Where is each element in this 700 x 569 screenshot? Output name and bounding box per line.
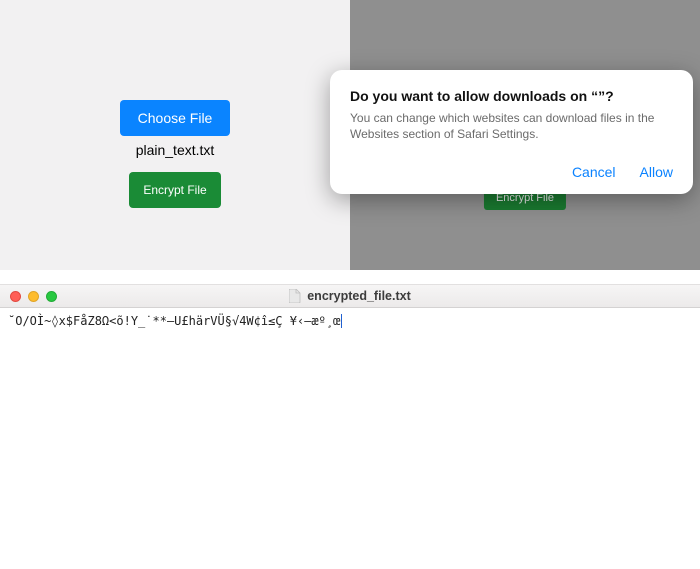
download-permission-dialog: Do you want to allow downloads on “”? Yo… bbox=[330, 70, 693, 194]
gap bbox=[0, 270, 700, 284]
selected-filename: plain_text.txt bbox=[136, 142, 215, 158]
dialog-actions: Cancel Allow bbox=[350, 158, 673, 184]
file-content-text: ˘O/OÌ~◊x$FåZ8Ω<õ!Y_˙**—U£härVÜ§√4W¢î≤Ç ¥… bbox=[8, 314, 340, 328]
window-titlebar[interactable]: encrypted_file.txt bbox=[0, 284, 700, 308]
file-content-area[interactable]: ˘O/OÌ~◊x$FåZ8Ω<õ!Y_˙**—U£härVÜ§√4W¢î≤Ç ¥… bbox=[0, 308, 700, 334]
dialog-body: You can change which websites can downlo… bbox=[350, 110, 673, 142]
traffic-lights bbox=[10, 291, 57, 302]
top-panels: Choose File plain_text.txt Encrypt File … bbox=[0, 0, 700, 270]
document-icon bbox=[289, 289, 301, 303]
left-panel: Choose File plain_text.txt Encrypt File bbox=[0, 0, 350, 270]
window-title: encrypted_file.txt bbox=[307, 289, 411, 303]
encrypt-file-button[interactable]: Encrypt File bbox=[129, 172, 220, 208]
zoom-icon[interactable] bbox=[46, 291, 57, 302]
minimize-icon[interactable] bbox=[28, 291, 39, 302]
choose-file-button[interactable]: Choose File bbox=[120, 100, 231, 136]
left-controls: Choose File plain_text.txt Encrypt File bbox=[0, 0, 350, 208]
right-panel: Encrypt File Do you want to allow downlo… bbox=[350, 0, 700, 270]
allow-button[interactable]: Allow bbox=[640, 160, 673, 184]
close-icon[interactable] bbox=[10, 291, 21, 302]
text-caret bbox=[341, 314, 342, 328]
cancel-button[interactable]: Cancel bbox=[572, 160, 616, 184]
text-editor-window: encrypted_file.txt ˘O/OÌ~◊x$FåZ8Ω<õ!Y_˙*… bbox=[0, 284, 700, 334]
dialog-title: Do you want to allow downloads on “”? bbox=[350, 88, 673, 104]
modal-overlay: Do you want to allow downloads on “”? Yo… bbox=[350, 0, 700, 270]
window-title-group: encrypted_file.txt bbox=[0, 289, 700, 303]
